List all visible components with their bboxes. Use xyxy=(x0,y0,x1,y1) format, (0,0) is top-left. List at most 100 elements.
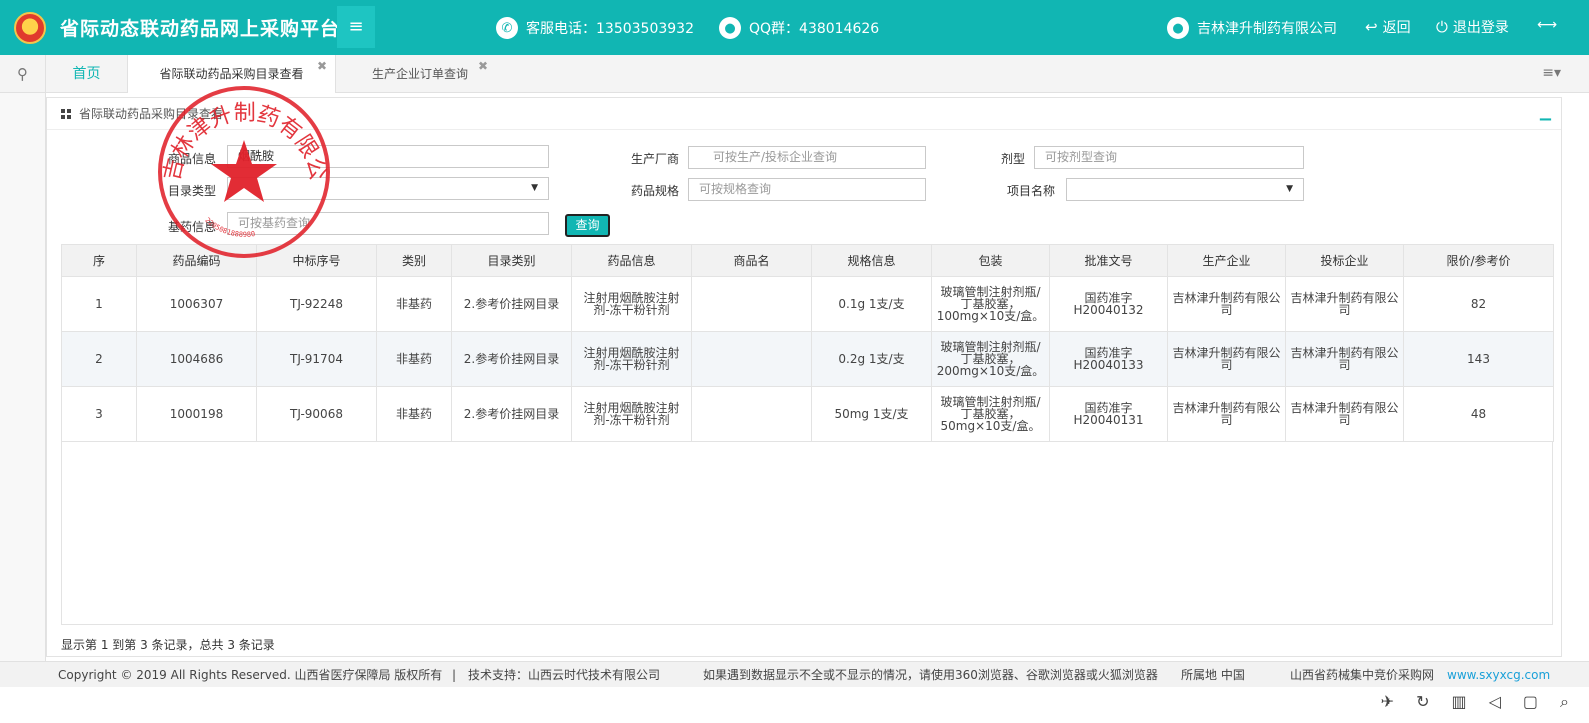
table-cell: 玻璃管制注射剂瓶/丁基胶塞，100mg×10支/盒。 xyxy=(931,276,1050,332)
project-select[interactable]: ▼ xyxy=(1066,178,1304,201)
collapse-icon[interactable]: − xyxy=(1538,104,1553,136)
site-link[interactable]: www.sxyxcg.com xyxy=(1447,662,1550,688)
user-company[interactable]: ● 吉林津升制药有限公司 xyxy=(1167,17,1337,39)
table-cell: 1000198 xyxy=(136,386,257,442)
expand-icon: ⟷ xyxy=(1537,17,1558,33)
table-cell xyxy=(691,276,812,332)
power-icon: ⏻ xyxy=(1436,18,1448,36)
sound-icon[interactable]: ◁ xyxy=(1489,692,1501,712)
manufacturer-label: 生产厂商 xyxy=(630,152,679,166)
table-cell: 吉林津升制药有限公司 xyxy=(1167,276,1286,332)
dosage-label: 剂型 xyxy=(1000,152,1025,166)
col-header[interactable]: 投标企业 xyxy=(1285,244,1404,277)
hamburger-icon: ≡ xyxy=(348,16,364,37)
col-header[interactable]: 药品编码 xyxy=(136,244,257,277)
table-cell: 吉林津升制药有限公司 xyxy=(1167,331,1286,387)
tab-order-query[interactable]: 生产企业订单查询 ✖ xyxy=(340,55,500,93)
tab-bar: ⚲ 首页 省际联动药品采购目录查看 ✖ 生产企业订单查询 ✖ ≡▾ xyxy=(0,55,1589,93)
col-header[interactable]: 序 xyxy=(61,244,137,277)
trash-icon[interactable]: ▥ xyxy=(1451,692,1466,712)
spec-label: 药品规格 xyxy=(630,184,679,198)
back-button[interactable]: ↩ 返回 xyxy=(1365,17,1411,37)
product-info-input[interactable]: 烟酰胺 xyxy=(227,145,549,168)
copyright-text: Copyright © 2019 All Rights Reserved. 山西… xyxy=(58,668,443,682)
qq-icon: ● xyxy=(719,17,741,39)
table-cell: 吉林津升制药有限公司 xyxy=(1285,331,1404,387)
table-cell: 非基药 xyxy=(376,276,452,332)
table-cell: 吉林津升制药有限公司 xyxy=(1285,276,1404,332)
qq-group-text: QQ群：438014626 xyxy=(749,21,880,37)
table-cell: 1004686 xyxy=(136,331,257,387)
query-button[interactable]: 查询 xyxy=(565,214,610,237)
panel-title-text: 省际联动药品采购目录查看 xyxy=(79,107,224,121)
phone-icon: ✆ xyxy=(496,17,518,39)
table-row[interactable]: 1 1006307 TJ-92248 非基药 2.参考价挂网目录 注射用烟酰胺注… xyxy=(61,276,1554,332)
table-cell: 2.参考价挂网目录 xyxy=(451,386,572,442)
user-icon: ● xyxy=(1167,17,1189,39)
tab-catalog-view[interactable]: 省际联动药品采购目录查看 ✖ xyxy=(128,55,336,93)
table-cell: 3 xyxy=(61,386,137,442)
table-cell: TJ-91704 xyxy=(256,331,377,387)
table-cell: 2 xyxy=(61,331,137,387)
table-cell: 非基药 xyxy=(376,331,452,387)
col-header[interactable]: 限价/参考价 xyxy=(1403,244,1554,277)
table-cell xyxy=(691,386,812,442)
col-header[interactable]: 批准文号 xyxy=(1049,244,1168,277)
table-cell: 1006307 xyxy=(136,276,257,332)
rocket-icon[interactable]: ✈ xyxy=(1381,692,1394,712)
project-label: 项目名称 xyxy=(1006,184,1055,198)
table-row[interactable]: 2 1004686 TJ-91704 非基药 2.参考价挂网目录 注射用烟酰胺注… xyxy=(61,331,1554,387)
table-cell: 吉林津升制药有限公司 xyxy=(1285,386,1404,442)
col-header[interactable]: 药品信息 xyxy=(571,244,692,277)
table-cell: 注射用烟酰胺注射剂-冻干粉针剂 xyxy=(571,276,692,332)
close-icon[interactable]: ✖ xyxy=(317,47,327,85)
tab-home[interactable]: 首页 xyxy=(46,55,128,93)
table-empty-area xyxy=(61,441,1553,625)
col-header[interactable]: 规格信息 xyxy=(811,244,932,277)
close-icon[interactable]: ✖ xyxy=(478,47,488,85)
table-header-row: 序 药品编码 中标序号 类别 目录类别 药品信息 商品名 规格信息 包装 批准文… xyxy=(61,244,1554,277)
region-text: 所属地 中国 xyxy=(1181,668,1245,682)
spec-input[interactable]: 可按规格查询 xyxy=(688,178,926,201)
service-phone-text: 客服电话：13503503932 xyxy=(526,21,694,37)
catalog-table: 序 药品编码 中标序号 类别 目录类别 药品信息 商品名 规格信息 包装 批准文… xyxy=(61,244,1554,442)
back-label: 返回 xyxy=(1382,20,1411,36)
menu-toggle-button[interactable]: ≡ xyxy=(337,6,375,48)
browser-toolbar: ✈ ↻ ▥ ◁ ▢ ⌕ xyxy=(1381,692,1569,712)
footer: Copyright © 2019 All Rights Reserved. 山西… xyxy=(0,661,1589,687)
tech-support-text: 技术支持：山西云时代技术有限公司 xyxy=(468,668,661,682)
manufacturer-input[interactable]: 可按生产/投标企业查询 xyxy=(688,146,926,169)
table-cell: 143 xyxy=(1403,331,1554,387)
catalog-type-select[interactable]: ▼ xyxy=(227,177,549,200)
user-company-text: 吉林津升制药有限公司 xyxy=(1197,21,1337,37)
product-info-label: 商品信息 xyxy=(167,152,216,166)
fullscreen-button[interactable]: ⟷ xyxy=(1537,17,1557,33)
col-header[interactable]: 目录类别 xyxy=(451,244,572,277)
tab-menu-icon[interactable]: ≡▾ xyxy=(1542,65,1561,81)
basic-drug-input[interactable]: 可按基药查询 xyxy=(227,212,549,235)
window-icon[interactable]: ▢ xyxy=(1523,692,1538,712)
col-header[interactable]: 商品名 xyxy=(691,244,812,277)
location-pin-icon[interactable]: ⚲ xyxy=(0,55,46,93)
left-sidebar xyxy=(0,93,46,661)
refresh-icon[interactable]: ↻ xyxy=(1416,692,1429,712)
table-cell: 50mg 1支/支 xyxy=(811,386,932,442)
table-cell: 1 xyxy=(61,276,137,332)
site-name: 山西省药械集中竞价采购网 xyxy=(1290,668,1435,682)
table-cell: 48 xyxy=(1403,386,1554,442)
col-header[interactable]: 包装 xyxy=(931,244,1050,277)
table-cell: 2.参考价挂网目录 xyxy=(451,276,572,332)
dosage-input[interactable]: 可按剂型查询 xyxy=(1034,146,1304,169)
col-header[interactable]: 中标序号 xyxy=(256,244,377,277)
service-phone: ✆ 客服电话：13503503932 xyxy=(496,17,694,39)
logout-button[interactable]: ⏻ 退出登录 xyxy=(1436,17,1509,37)
table-cell: 国药准字H20040133 xyxy=(1049,331,1168,387)
search-icon[interactable]: ⌕ xyxy=(1560,692,1569,712)
table-cell: 吉林津升制药有限公司 xyxy=(1167,386,1286,442)
col-header[interactable]: 生产企业 xyxy=(1167,244,1286,277)
catalog-type-label: 目录类型 xyxy=(167,184,216,198)
browser-notice: 如果遇到数据显示不全或不显示的情况，请使用360浏览器、谷歌浏览器或火狐浏览器 xyxy=(703,668,1158,682)
back-icon: ↩ xyxy=(1365,18,1378,36)
col-header[interactable]: 类别 xyxy=(376,244,452,277)
table-row[interactable]: 3 1000198 TJ-90068 非基药 2.参考价挂网目录 注射用烟酰胺注… xyxy=(61,386,1554,442)
